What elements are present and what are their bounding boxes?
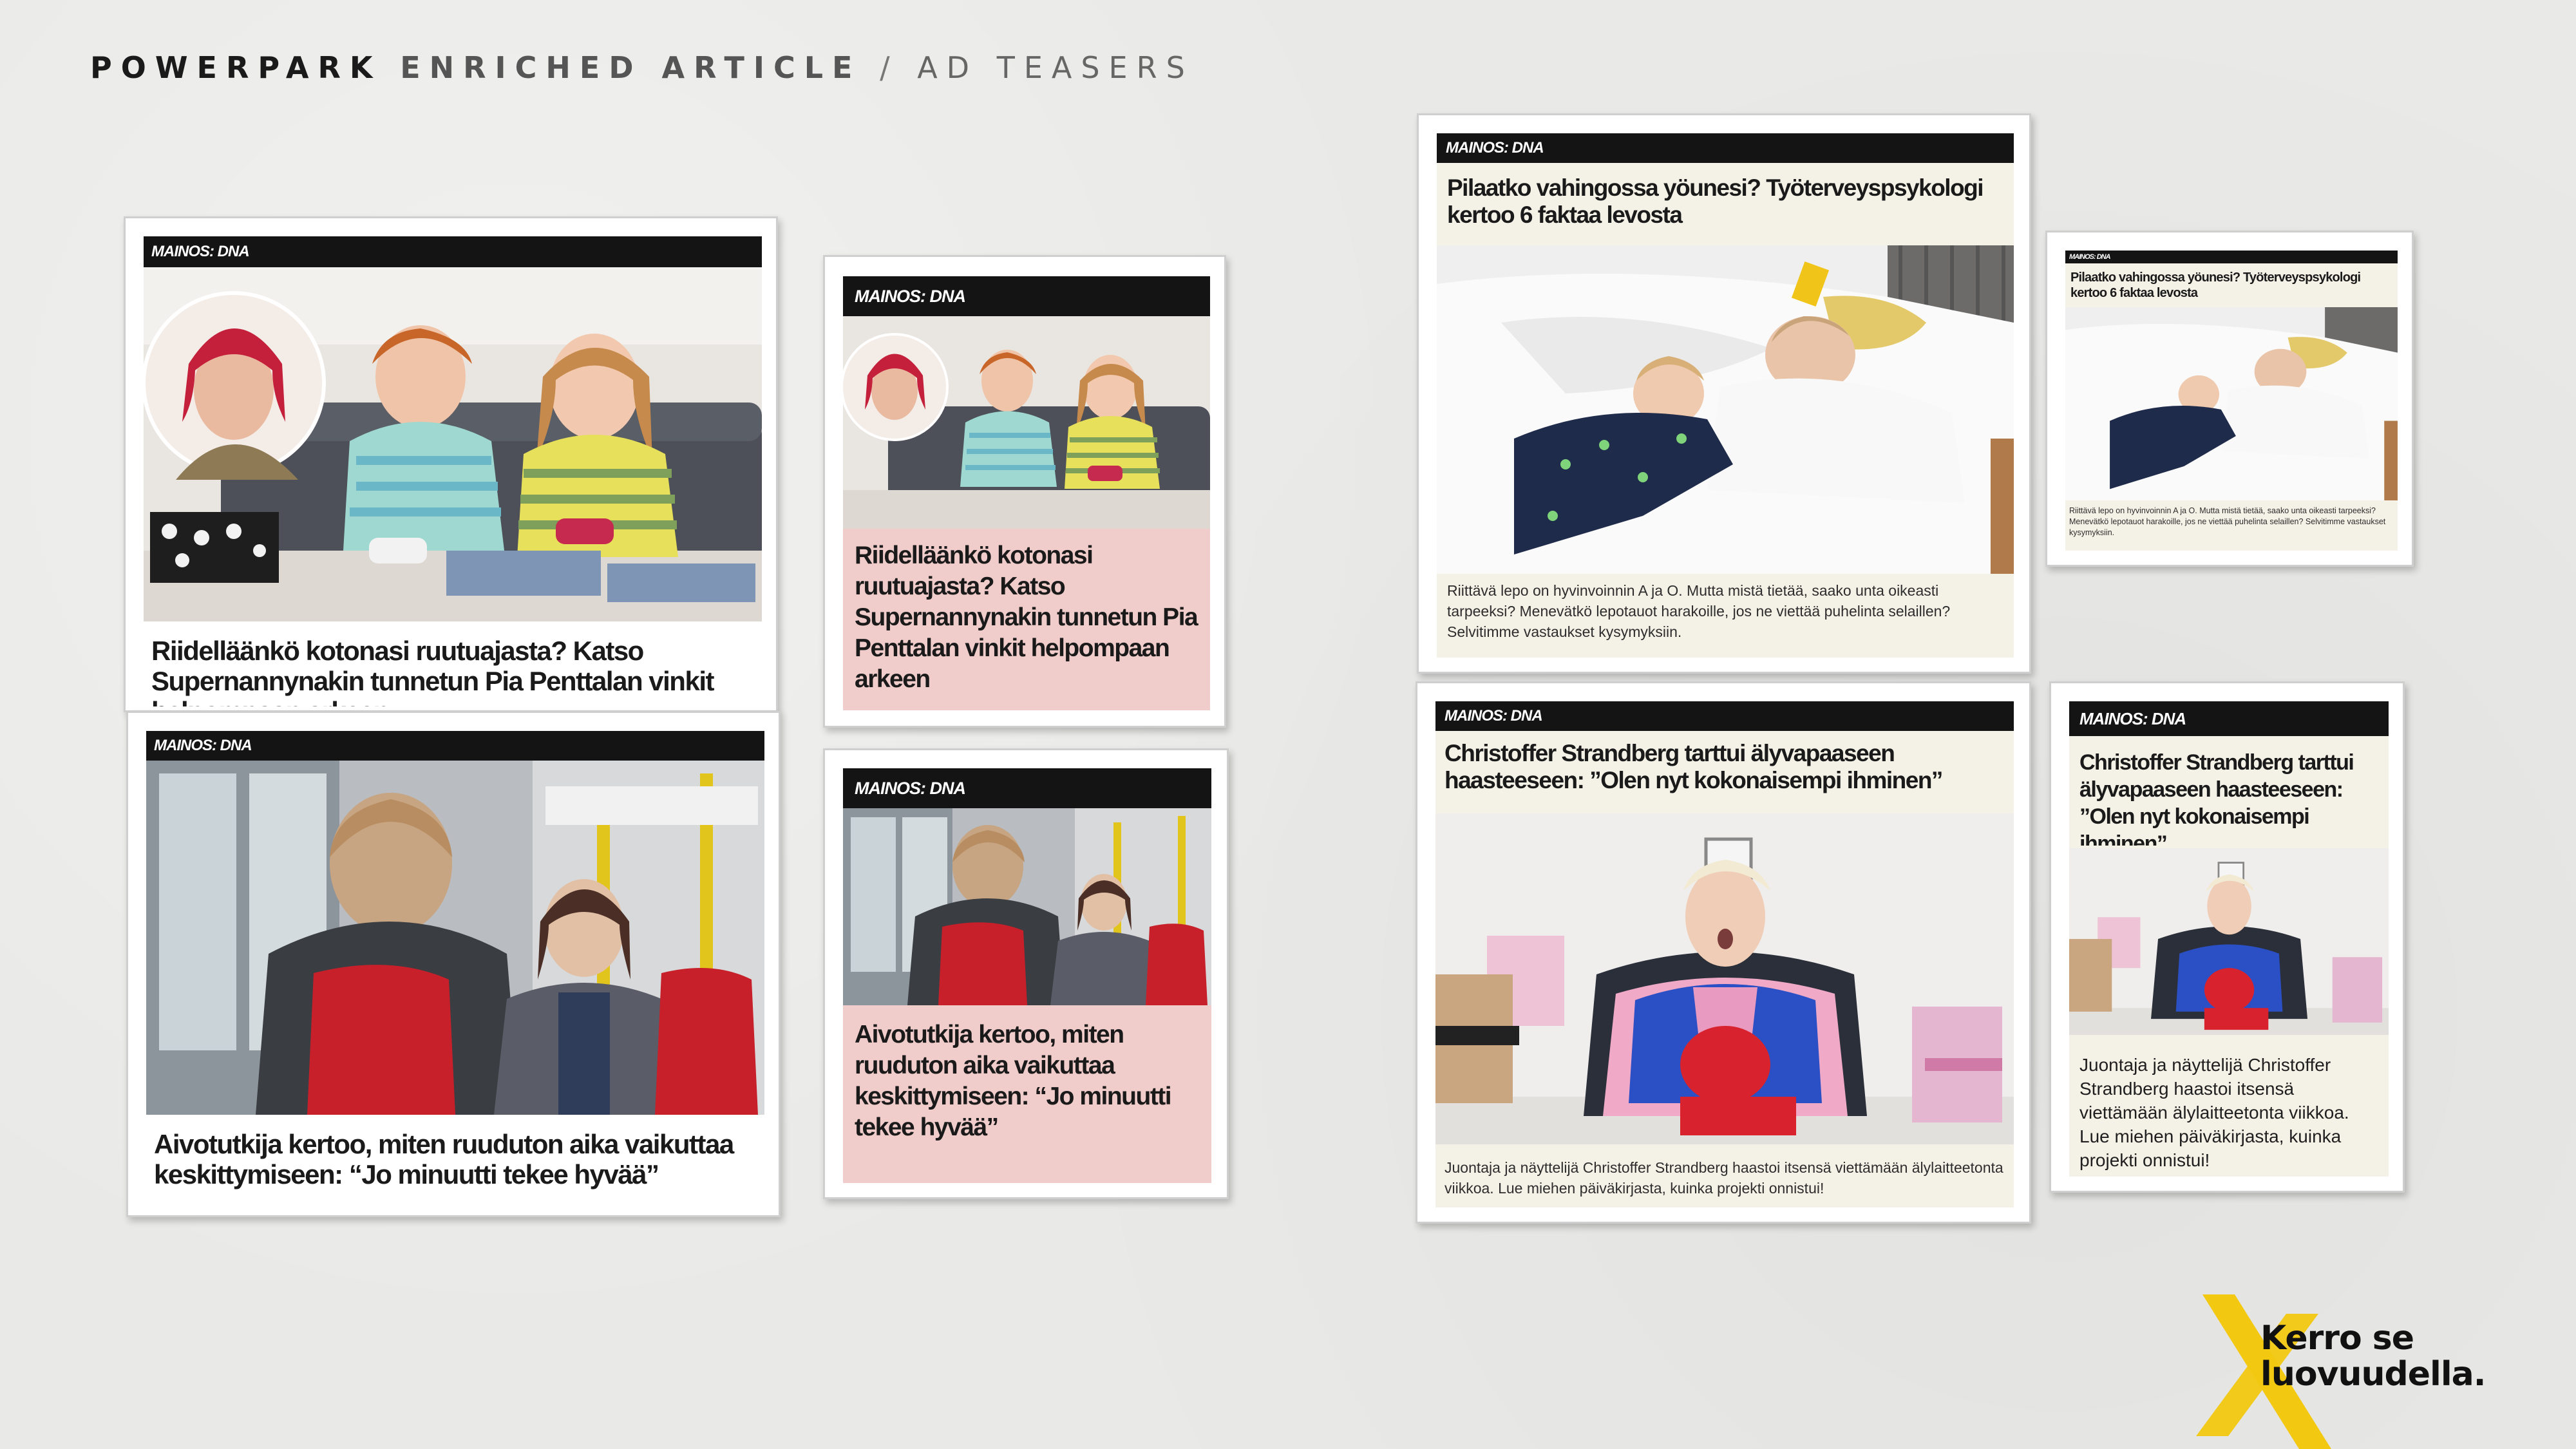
- article-image-sleep: [2065, 307, 2398, 500]
- teaser-card-large-gaming[interactable]: MAINOS: DNA Riidelläänkö kotonasi ruutua…: [124, 216, 778, 712]
- teaser-description: Juontaja ja näyttelijä Christoffer Stran…: [2079, 1055, 2349, 1170]
- article-image-bus: [146, 761, 764, 1115]
- ad-label: MAINOS: DNA: [843, 768, 1211, 808]
- title-panel: Christoffer Strandberg tarttui älyvapaas…: [2069, 736, 2389, 848]
- logo-tagline: Kerro se luovuudella.: [2260, 1320, 2486, 1392]
- teaser-title: Riidelläänkö kotonasi ruutuajasta? Katso…: [855, 542, 1198, 693]
- ad-label: MAINOS: DNA: [1437, 133, 2014, 163]
- teaser-title: Riidelläänkö kotonasi ruutuajasta? Katso…: [151, 636, 714, 706]
- teaser-card-large-strandberg[interactable]: MAINOS: DNA Christoffer Strandberg tartt…: [1416, 681, 2031, 1224]
- ad-label: MAINOS: DNA: [146, 731, 764, 761]
- teaser-card-small-strandberg[interactable]: MAINOS: DNA Christoffer Strandberg tartt…: [2049, 681, 2405, 1193]
- article-image-bus: [843, 808, 1211, 1005]
- description-panel: Riittävä lepo on hyvinvoinnin A ja O. Mu…: [1437, 574, 2014, 658]
- description-panel: Juontaja ja näyttelijä Christoffer Stran…: [2069, 1035, 2389, 1177]
- ad-label: MAINOS: DNA: [144, 236, 762, 267]
- teaser-title: Aivotutkija kertoo, miten ruuduton aika …: [154, 1129, 734, 1189]
- title-panel: Christoffer Strandberg tarttui älyvapaas…: [1435, 731, 2014, 813]
- header-section: ENRICHED ARTICLE: [400, 50, 862, 85]
- teaser-card-large-bus[interactable]: MAINOS: DNA Aivotutkija kertoo, miten ru…: [126, 711, 781, 1217]
- teaser-title: Pilaatko vahingossa yöunesi? Työterveysp…: [2070, 270, 2361, 300]
- teaser-title: Christoffer Strandberg tarttui älyvapaas…: [2079, 750, 2354, 846]
- article-image-gaming: [843, 316, 1210, 529]
- teaser-title: Aivotutkija kertoo, miten ruuduton aika …: [855, 1021, 1172, 1141]
- ad-label: MAINOS: DNA: [843, 276, 1210, 316]
- teaser-description: Juontaja ja näyttelijä Christoffer Stran…: [1444, 1159, 2003, 1197]
- article-image-gaming: [144, 267, 762, 621]
- ad-label: MAINOS: DNA: [1435, 701, 2014, 731]
- teaser-title: Christoffer Strandberg tarttui älyvapaas…: [1444, 740, 1943, 793]
- logo-line-1: Kerro se: [2260, 1319, 2414, 1358]
- article-image-sleep: [1437, 245, 2014, 574]
- teaser-description: Riittävä lepo on hyvinvoinnin A ja O. Mu…: [1447, 582, 1951, 640]
- title-panel: Pilaatko vahingossa yöunesi? Työterveysp…: [2065, 263, 2398, 307]
- header-subsection: AD TEASERS: [917, 50, 1194, 85]
- header-brand: POWERPARK: [90, 50, 382, 85]
- description-panel: Juontaja ja näyttelijä Christoffer Stran…: [1435, 1144, 2014, 1208]
- teaser-card-small-bus[interactable]: MAINOS: DNA Aivotutkija kertoo, miten ru…: [823, 748, 1229, 1199]
- ad-label: MAINOS: DNA: [2069, 701, 2389, 736]
- description-panel: Riittävä lepo on hyvinvoinnin A ja O. Mu…: [2065, 500, 2398, 551]
- title-panel: Aivotutkija kertoo, miten ruuduton aika …: [843, 1005, 1211, 1183]
- teaser-card-small-gaming[interactable]: MAINOS: DNA Riidelläänkö kotonasi ruutua…: [823, 255, 1226, 728]
- teaser-card-small-sleep[interactable]: MAINOS: DNA Pilaatko vahingossa yöunesi?…: [2045, 231, 2414, 567]
- teaser-title: Pilaatko vahingossa yöunesi? Työterveysp…: [1447, 175, 1984, 228]
- title-panel: Pilaatko vahingossa yöunesi? Työterveysp…: [1437, 163, 2014, 245]
- article-image-strandberg: [2069, 848, 2389, 1035]
- teaser-description: Riittävä lepo on hyvinvoinnin A ja O. Mu…: [2069, 506, 2386, 537]
- article-image-strandberg: [1435, 813, 2014, 1144]
- teaser-card-large-sleep[interactable]: MAINOS: DNA Pilaatko vahingossa yöunesi?…: [1417, 113, 2031, 674]
- page-header: POWERPARK ENRICHED ARTICLE / AD TEASERS: [90, 50, 1194, 85]
- title-panel: Riidelläänkö kotonasi ruutuajasta? Katso…: [843, 529, 1210, 710]
- header-separator: /: [880, 50, 899, 85]
- brand-logo: Kerro se luovuudella.: [2190, 1288, 2524, 1449]
- logo-line-2: luovuudella.: [2260, 1355, 2486, 1394]
- ad-label: MAINOS: DNA: [2065, 251, 2398, 263]
